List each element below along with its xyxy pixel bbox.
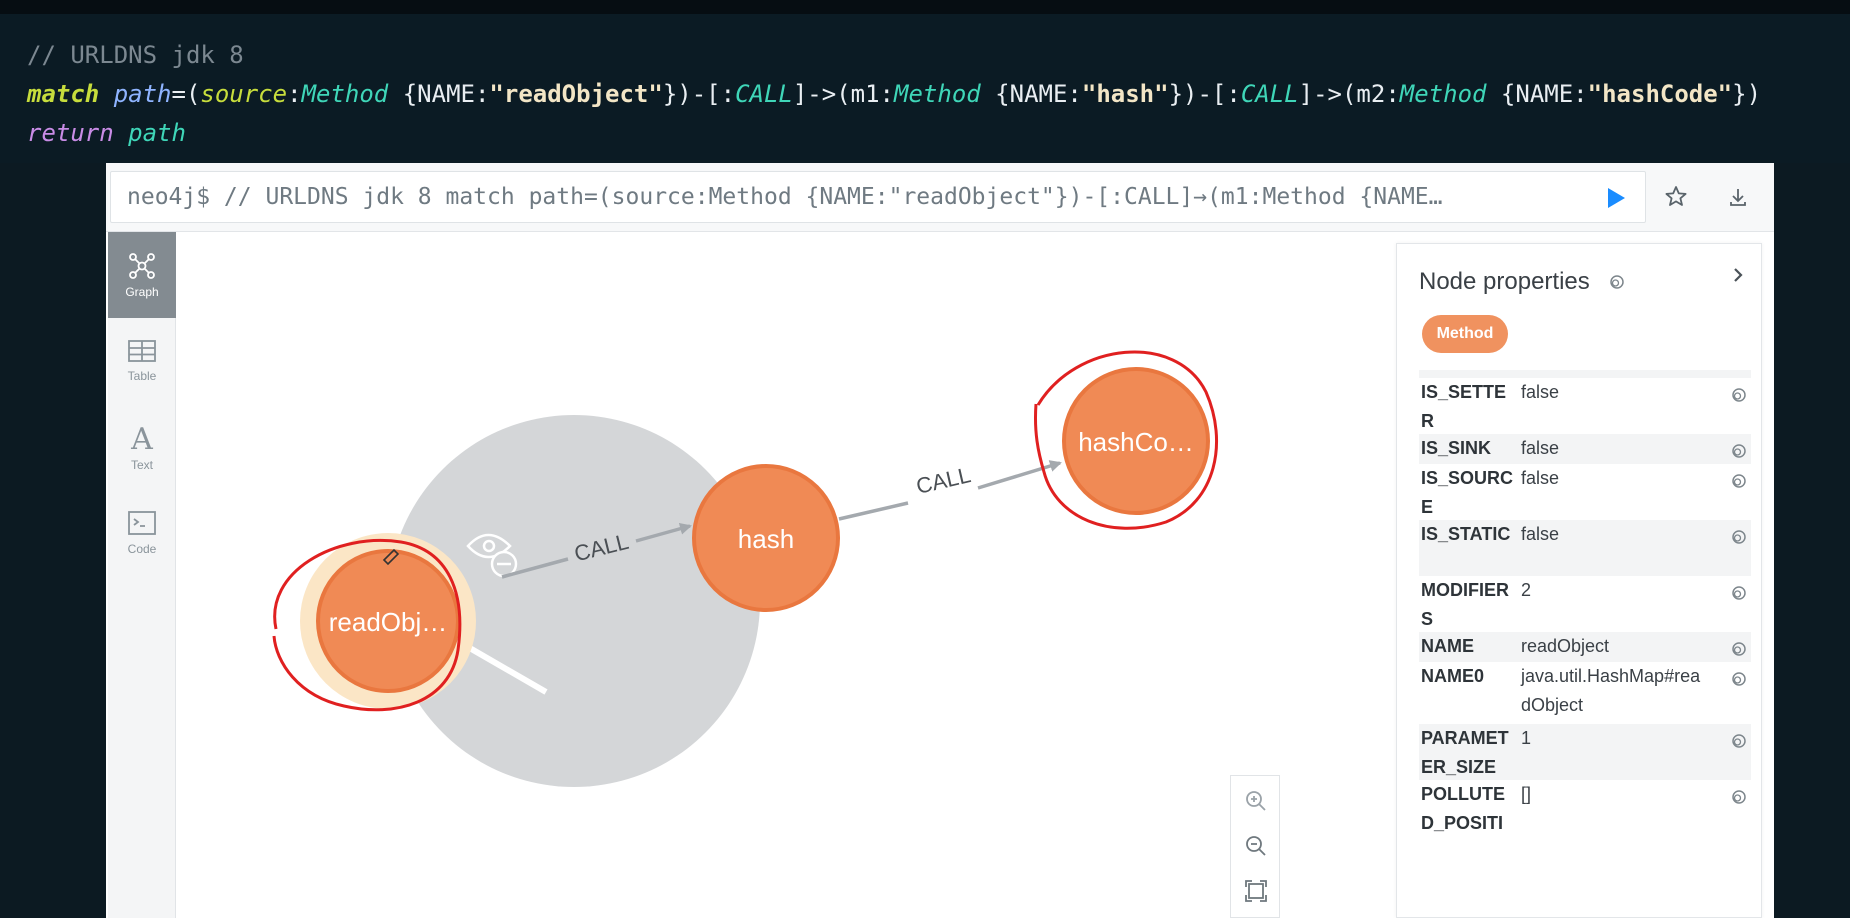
node-label-hash: hash: [737, 524, 795, 554]
label-badge-method[interactable]: Method: [1422, 315, 1508, 353]
copy-icon[interactable]: [1731, 733, 1747, 749]
copy-icon[interactable]: [1731, 473, 1747, 489]
view-tab-text[interactable]: A Text: [108, 404, 176, 490]
prop-value: []: [1521, 784, 1532, 804]
graph-icon: [129, 253, 155, 279]
prop-key: NAME: [1421, 636, 1474, 656]
fit-to-screen-icon[interactable]: [1243, 878, 1269, 904]
table-icon: [128, 340, 156, 362]
prop-value: false: [1521, 438, 1560, 458]
prop-row: IS_SETTER false: [1419, 378, 1751, 434]
prop-value: false: [1521, 524, 1560, 544]
copy-icon[interactable]: [1731, 387, 1747, 403]
view-tab-graph[interactable]: Graph: [108, 232, 176, 318]
prop-key: IS_STATIC: [1421, 524, 1511, 544]
props-title: Node properties: [1419, 268, 1590, 295]
prop-row: IS_SINK false: [1419, 434, 1751, 464]
neo4j-browser-panel: neo4j$ // URLDNS jdk 8 match path=(sourc…: [106, 163, 1774, 918]
code-icon: [128, 511, 156, 535]
prop-key: NAME0: [1421, 666, 1485, 686]
expand-neighbors-icon[interactable]: [366, 724, 412, 775]
view-sidebar: Graph Table A Text Code: [108, 232, 176, 918]
node-properties-panel: Node properties Method IS_SETTER false I…: [1396, 243, 1762, 918]
copy-icon[interactable]: [1731, 585, 1747, 601]
prop-value: 1: [1521, 728, 1532, 748]
view-tab-label: Text: [130, 458, 153, 472]
prop-value: readObject: [1521, 636, 1610, 656]
copy-icon[interactable]: [1731, 671, 1747, 687]
run-query-icon[interactable]: [1602, 185, 1628, 211]
props-row-partial: [1419, 370, 1751, 378]
zoom-out-icon[interactable]: [1243, 833, 1269, 859]
prop-key: IS_SINK: [1421, 438, 1492, 458]
download-icon[interactable]: [1723, 182, 1753, 212]
zoom-controls: [1230, 775, 1280, 918]
query-editor-input[interactable]: neo4j$ // URLDNS jdk 8 match path=(sourc…: [110, 171, 1646, 223]
copy-icon[interactable]: [1731, 789, 1747, 805]
prop-key: IS_SOURCE: [1421, 468, 1514, 517]
view-tab-label: Graph: [125, 285, 159, 299]
prop-row: IS_STATIC false: [1419, 520, 1751, 576]
prop-value: false: [1521, 468, 1560, 488]
prop-row: IS_SOURCE false: [1419, 464, 1751, 520]
node-label-readobject: readObj…: [328, 607, 448, 637]
prop-key: MODIFIERS: [1421, 580, 1509, 629]
code-banner: // URLDNS jdk 8 match path=(source:Metho…: [0, 0, 1850, 163]
properties-list: IS_SETTER false IS_SINK false IS_SOURCE …: [1419, 370, 1751, 918]
prop-key: POLLUTED_POSITI: [1421, 784, 1505, 833]
zoom-in-icon[interactable]: [1243, 788, 1269, 814]
copy-icon[interactable]: [1609, 274, 1625, 290]
copy-icon[interactable]: [1731, 443, 1747, 459]
view-tab-table[interactable]: Table: [108, 318, 176, 404]
chevron-right-icon[interactable]: [1727, 264, 1749, 286]
code-line-comment: // URLDNS jdk 8: [27, 41, 244, 69]
svg-text:A: A: [130, 422, 153, 454]
favorite-star-icon[interactable]: [1661, 182, 1691, 212]
copy-icon[interactable]: [1731, 529, 1747, 545]
prop-value: java.util.HashMap#readObject: [1521, 666, 1701, 715]
prop-row: NAME readObject: [1419, 632, 1751, 662]
view-tab-code[interactable]: Code: [108, 490, 176, 576]
prop-row: NAME0 java.util.HashMap#readObject: [1419, 662, 1751, 724]
prop-row: MODIFIERS 2: [1419, 576, 1751, 632]
node-label-hashcode: hashCo…: [1078, 427, 1194, 457]
view-tab-label: Code: [127, 542, 157, 556]
prop-key: IS_SETTER: [1421, 382, 1507, 431]
code-line-return: return path: [27, 119, 186, 147]
text-icon: A: [130, 422, 153, 454]
copy-icon[interactable]: [1731, 641, 1747, 657]
view-tab-label: Table: [127, 369, 157, 383]
code-line-match: match path=(source:Method {NAME:"readObj…: [27, 80, 1762, 108]
editor-bar: neo4j$ // URLDNS jdk 8 match path=(sourc…: [106, 163, 1774, 232]
prop-key: PARAMETER_SIZE: [1421, 728, 1509, 777]
prop-value: 2: [1521, 580, 1532, 600]
prop-row: PARAMETER_SIZE 1: [1419, 724, 1751, 780]
prop-value: false: [1521, 382, 1560, 402]
prop-row: POLLUTED_POSITI []: [1419, 780, 1751, 840]
